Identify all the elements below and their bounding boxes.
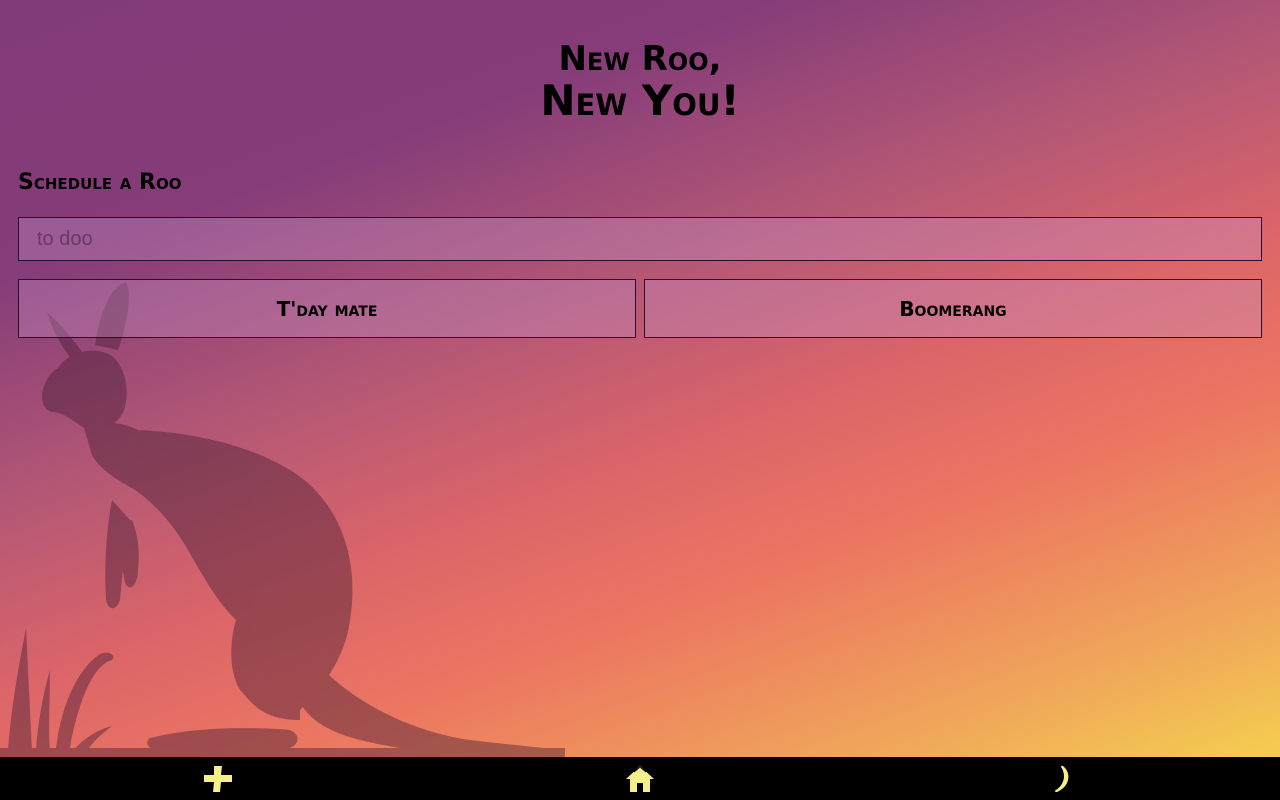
add-nav-button[interactable] — [198, 757, 238, 800]
boomerang-button[interactable]: Boomerang — [644, 279, 1262, 338]
schedule-label: Schedule a Roo — [18, 170, 182, 195]
home-icon — [626, 765, 654, 792]
title-line-2: New You! — [540, 76, 740, 125]
moon-nav-button[interactable] — [1042, 757, 1082, 800]
title-line-1: New Roo, — [558, 39, 722, 79]
bottom-nav-bar — [0, 757, 1280, 800]
today-button[interactable]: T'day mate — [18, 279, 636, 338]
todo-input[interactable] — [18, 217, 1262, 261]
home-nav-button[interactable] — [620, 757, 660, 800]
moon-icon — [1054, 765, 1069, 792]
plus-icon — [204, 765, 232, 792]
today-button-label: T'day mate — [276, 296, 378, 321]
boomerang-button-label: Boomerang — [899, 296, 1007, 321]
page-title: New Roo, New You! — [0, 42, 1280, 122]
